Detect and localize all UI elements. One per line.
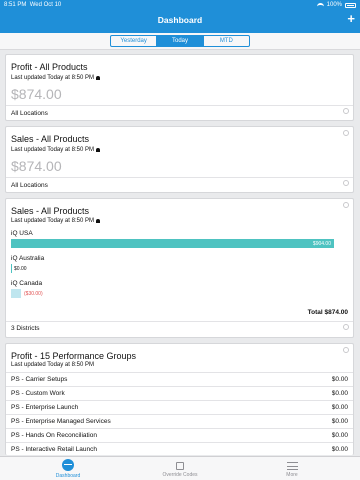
- tab-bar: Dashboard Override Codes More: [0, 456, 360, 480]
- card-sales-all-products[interactable]: Sales - All Products Last updated Today …: [5, 126, 354, 193]
- location-label-usa: iQ USA: [11, 230, 33, 237]
- row-name: PS - Enterprise Managed Services: [11, 418, 111, 425]
- card-footer: 3 Districts: [11, 325, 40, 332]
- card-title: Profit - All Products: [11, 62, 88, 72]
- card-title: Profit - 15 Performance Groups: [11, 351, 137, 361]
- bar-value-usa: $904.00: [312, 241, 331, 247]
- card-profit-performance-groups[interactable]: Profit - 15 Performance Groups Last upda…: [5, 343, 354, 455]
- settings-icon[interactable]: [343, 130, 349, 136]
- tab-label: Dashboard: [55, 473, 81, 479]
- card-profit-all-products[interactable]: Profit - All Products Last updated Today…: [5, 54, 354, 121]
- table-row[interactable]: PS - Carrier Setups $0.00: [6, 372, 353, 385]
- row-value: $0.00: [331, 390, 348, 397]
- row-name: PS - Enterprise Launch: [11, 404, 79, 411]
- last-updated: Last updated Today at 8:50 PM: [11, 362, 94, 368]
- card-title: Sales - All Products: [11, 134, 90, 144]
- bell-icon: [95, 76, 100, 80]
- status-right: 100%: [316, 2, 356, 8]
- bar-usa[interactable]: $904.00: [11, 239, 334, 248]
- bar-value-canada: ($30.00): [24, 291, 43, 297]
- date-segmented-control: Yesterday Today MTD: [110, 35, 250, 47]
- info-icon[interactable]: [343, 324, 349, 330]
- segment-today[interactable]: Today: [157, 36, 204, 46]
- lock-icon: [176, 462, 184, 470]
- divider: [6, 105, 353, 106]
- bar-value-australia: $0.00: [14, 266, 27, 272]
- last-updated: Last updated Today at 8:50 PM: [11, 75, 100, 81]
- row-value: $0.00: [331, 418, 348, 425]
- card-footer: All Locations: [11, 110, 48, 117]
- bell-icon: [95, 148, 100, 152]
- bar-canada[interactable]: [11, 289, 21, 298]
- battery-percent: 100%: [326, 2, 342, 8]
- amount-value: $874.00: [11, 86, 62, 102]
- last-updated: Last updated Today at 8:50 PM: [11, 218, 100, 224]
- tab-label: Override Codes: [162, 472, 198, 478]
- table-row[interactable]: PS - Enterprise Managed Services $0.00: [6, 414, 353, 427]
- tab-dashboard[interactable]: Dashboard: [38, 459, 98, 479]
- info-icon[interactable]: [343, 180, 349, 186]
- divider: [6, 321, 353, 322]
- add-button[interactable]: +: [347, 12, 355, 25]
- status-bar: 8:51 PM Wed Oct 10 100%: [0, 0, 360, 11]
- card-sales-by-location[interactable]: Sales - All Products Last updated Today …: [5, 198, 354, 338]
- wifi-icon: [316, 2, 324, 8]
- row-value: $0.00: [331, 404, 348, 411]
- table-row[interactable]: PS - Custom Work $0.00: [6, 386, 353, 399]
- last-updated: Last updated Today at 8:50 PM: [11, 147, 100, 153]
- status-time: 8:51 PM Wed Oct 10: [4, 2, 62, 8]
- row-name: PS - Hands On Reconciliation: [11, 432, 97, 439]
- location-label-canada: iQ Canada: [11, 280, 43, 287]
- tab-override-codes[interactable]: Override Codes: [150, 459, 210, 478]
- tab-label: More: [286, 472, 298, 478]
- divider: [6, 177, 353, 178]
- amount-value: $874.00: [11, 158, 62, 174]
- table-row[interactable]: PS - Enterprise Launch $0.00: [6, 400, 353, 413]
- page-title: Dashboard: [157, 15, 203, 25]
- row-name: PS - Interactive Retail Launch: [11, 446, 97, 453]
- row-name: PS - Carrier Setups: [11, 376, 68, 383]
- tab-more[interactable]: More: [262, 459, 322, 478]
- location-label-australia: iQ Australia: [11, 255, 45, 262]
- segment-yesterday[interactable]: Yesterday: [111, 36, 158, 46]
- settings-icon[interactable]: [343, 202, 349, 208]
- menu-icon: [286, 462, 298, 470]
- sales-total: Total $874.00: [307, 309, 348, 316]
- battery-icon: [345, 2, 356, 8]
- dashboard-icon: [62, 459, 74, 471]
- nav-header: 8:51 PM Wed Oct 10 100% Dashboard +: [0, 0, 360, 33]
- card-title: Sales - All Products: [11, 206, 90, 216]
- table-row[interactable]: PS - Hands On Reconciliation $0.00: [6, 428, 353, 441]
- row-value: $0.00: [331, 432, 348, 439]
- row-value: $0.00: [331, 446, 348, 453]
- row-name: PS - Custom Work: [11, 390, 65, 397]
- bell-icon: [95, 219, 100, 223]
- bar-australia[interactable]: [11, 264, 12, 273]
- segment-mtd[interactable]: MTD: [204, 36, 249, 46]
- segment-bar: Yesterday Today MTD: [0, 33, 360, 50]
- info-icon[interactable]: [343, 108, 349, 114]
- table-row[interactable]: PS - Interactive Retail Launch $0.00: [6, 442, 353, 455]
- settings-icon[interactable]: [343, 347, 349, 353]
- row-value: $0.00: [331, 376, 348, 383]
- card-footer: All Locations: [11, 182, 48, 189]
